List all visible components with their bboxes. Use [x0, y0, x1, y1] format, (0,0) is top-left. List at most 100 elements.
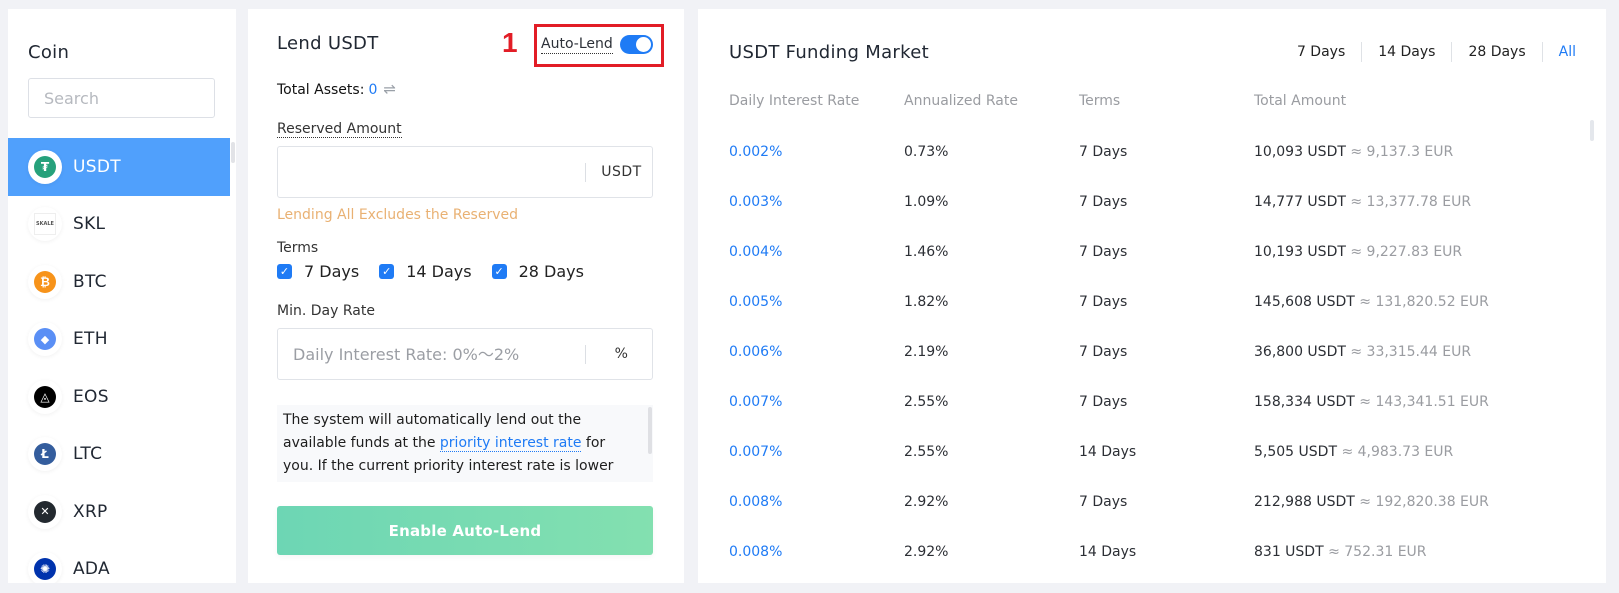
auto-lend-info: The system will automatically lend out t… [277, 405, 653, 482]
coin-symbol: LTC [73, 444, 103, 465]
terms-cell: 7 Days [1079, 494, 1128, 510]
table-row[interactable]: 0.003% 1.09% 7 Days 14,777 USDT ≈ 13,377.78… [729, 177, 1559, 227]
amount-eur: ≈ 33,315.44 EUR [1350, 344, 1472, 360]
filter-tab-14-days[interactable]: 14 Days [1362, 42, 1453, 62]
daily-rate-cell[interactable]: 0.004% [729, 244, 904, 260]
total-amount-cell: 36,800 USDT ≈ 33,315.44 EUR [1254, 344, 1559, 360]
coin-symbol: EOS [73, 386, 109, 407]
total-amount-cell: 145,608 USDT ≈ 131,820.52 EUR [1254, 294, 1559, 310]
eos-icon: ◬ [34, 385, 56, 408]
coin-item-eos[interactable]: ◬ EOS [8, 368, 230, 426]
reserved-hint: Lending All Excludes the Reserved [277, 207, 519, 223]
checkmark-icon[interactable]: ✓ [491, 264, 507, 279]
coin-list-scrollbar[interactable] [231, 142, 235, 163]
coin-search-input[interactable] [28, 78, 215, 118]
min-day-rate-input[interactable] [278, 329, 578, 379]
amount-eur: ≈ 9,137.3 EUR [1350, 144, 1454, 160]
daily-rate-cell[interactable]: 0.008% [729, 494, 904, 510]
table-row[interactable]: 0.007% 2.55% 7 Days 158,334 USDT ≈ 143,341.… [729, 377, 1559, 427]
term-checkbox-28-days[interactable]: ✓ 28 Days [491, 262, 584, 281]
filter-tab-28-days[interactable]: 28 Days [1452, 42, 1543, 62]
terms-cell: 7 Days [1079, 244, 1128, 260]
terms-cell: 7 Days [1079, 144, 1128, 160]
auto-lend-toggle[interactable] [620, 35, 653, 54]
term-label: 28 Days [518, 262, 584, 281]
table-row[interactable]: 0.008% 2.92% 7 Days 212,988 USDT ≈ 192,820.… [729, 477, 1559, 527]
daily-rate-cell[interactable]: 0.007% [729, 394, 904, 410]
amount-eur: ≈ 752.31 EUR [1328, 544, 1427, 560]
coin-list: ₮ USDT SKALE SKL ₿ BTC ◆ ETH ◬ EOS Ł LTC ✕ XRP ✺ ADA [8, 138, 230, 583]
daily-rate-cell[interactable]: 0.003% [729, 194, 904, 210]
terms-checkboxes: ✓ 7 Days ✓ 14 Days ✓ 28 Days [277, 262, 604, 281]
coin-item-ada[interactable]: ✺ ADA [8, 541, 230, 583]
coin-item-skl[interactable]: SKALE SKL [8, 196, 230, 254]
info-scrollbar[interactable] [648, 407, 652, 454]
table-row[interactable]: 0.002% 0.73% 7 Days 10,093 USDT ≈ 9,137.3 E… [729, 127, 1559, 177]
table-row[interactable]: 0.005% 1.82% 7 Days 145,608 USDT ≈ 131,820.… [729, 277, 1559, 327]
daily-rate-cell[interactable]: 0.008% [729, 544, 904, 560]
term-label: 7 Days [304, 262, 360, 281]
daily-rate-cell[interactable]: 0.002% [729, 144, 904, 160]
min-day-rate-label: Min. Day Rate [277, 303, 375, 319]
term-filter-tabs: 7 Days 14 Days 28 Days All [1281, 42, 1576, 62]
min-day-rate-field: % [277, 328, 653, 380]
market-table-scrollbar[interactable] [1590, 120, 1594, 141]
total-assets-label: Total Assets: [277, 82, 365, 98]
transfer-icon[interactable]: ⇌ [383, 80, 396, 98]
amount-usdt: 158,334 USDT [1254, 394, 1355, 410]
checkmark-icon[interactable]: ✓ [277, 264, 292, 279]
reserved-amount-unit: USDT [601, 164, 642, 180]
amount-eur: ≈ 4,983.73 EUR [1341, 444, 1454, 460]
coin-item-btc[interactable]: ₿ BTC [8, 253, 230, 311]
annualized-rate-cell: 0.73% [904, 144, 949, 160]
term-checkbox-7-days[interactable]: ✓ 7 Days [277, 262, 359, 281]
coin-symbol: SKL [73, 214, 106, 235]
reserved-amount-label-text: Reserved Amount [277, 121, 402, 138]
table-row[interactable]: 0.007% 2.55% 14 Days 5,505 USDT ≈ 4,983.73 … [729, 427, 1559, 477]
term-checkbox-14-days[interactable]: ✓ 14 Days [379, 262, 472, 281]
terms-cell: 14 Days [1079, 544, 1137, 560]
filter-tab-all[interactable]: All [1543, 42, 1576, 62]
amount-usdt: 14,777 USDT [1254, 194, 1346, 210]
amount-usdt: 5,505 USDT [1254, 444, 1337, 460]
reserved-amount-input[interactable] [278, 147, 578, 197]
annualized-rate-cell: 2.19% [904, 344, 949, 360]
coin-item-eth[interactable]: ◆ ETH [8, 311, 230, 369]
amount-eur: ≈ 143,341.51 EUR [1359, 394, 1489, 410]
total-amount-cell: 10,193 USDT ≈ 9,227.83 EUR [1254, 244, 1559, 260]
enable-auto-lend-button[interactable]: Enable Auto-Lend [277, 506, 653, 555]
field-divider [585, 345, 586, 364]
checkmark-icon[interactable]: ✓ [379, 264, 395, 279]
coin-item-usdt[interactable]: ₮ USDT [8, 138, 230, 196]
coin-logo: ◬ [28, 379, 62, 414]
coin-logo: Ł [28, 437, 62, 472]
table-row[interactable]: 0.004% 1.46% 7 Days 10,193 USDT ≈ 9,227.83 … [729, 227, 1559, 277]
coin-logo: SKALE [28, 207, 62, 242]
funding-market-table: Daily Interest Rate Annualized Rate Terms T… [729, 91, 1559, 577]
coin-item-ltc[interactable]: Ł LTC [8, 426, 230, 484]
annualized-rate-cell: 2.55% [904, 394, 949, 410]
filter-tab-7-days[interactable]: 7 Days [1281, 42, 1363, 62]
terms-cell: 7 Days [1079, 294, 1128, 310]
daily-rate-cell[interactable]: 0.006% [729, 344, 904, 360]
annualized-rate-cell: 2.92% [904, 544, 949, 560]
xrp-icon: ✕ [34, 500, 56, 523]
daily-rate-cell[interactable]: 0.005% [729, 294, 904, 310]
terms-cell: 7 Days [1079, 394, 1128, 410]
total-amount-cell: 831 USDT ≈ 752.31 EUR [1254, 544, 1559, 560]
amount-usdt: 831 USDT [1254, 544, 1324, 560]
total-amount-cell: 14,777 USDT ≈ 13,377.78 EUR [1254, 194, 1559, 210]
market-title: USDT Funding Market [729, 42, 929, 63]
priority-interest-rate-link[interactable]: priority interest rate [439, 435, 582, 452]
total-amount-cell: 10,093 USDT ≈ 9,137.3 EUR [1254, 144, 1559, 160]
amount-usdt: 212,988 USDT [1254, 494, 1355, 510]
reserved-amount-label: Reserved Amount [277, 121, 402, 138]
table-header: Daily Interest Rate Annualized Rate Terms T… [729, 91, 1559, 111]
coin-item-xrp[interactable]: ✕ XRP [8, 483, 230, 541]
litecoin-icon: Ł [34, 443, 56, 466]
daily-rate-header: Daily Interest Rate [729, 93, 860, 109]
table-row[interactable]: 0.008% 2.92% 14 Days 831 USDT ≈ 752.31 EUR [729, 527, 1559, 577]
annualized-rate-header: Annualized Rate [904, 93, 1018, 109]
table-row[interactable]: 0.006% 2.19% 7 Days 36,800 USDT ≈ 33,315.44… [729, 327, 1559, 377]
daily-rate-cell[interactable]: 0.007% [729, 444, 904, 460]
